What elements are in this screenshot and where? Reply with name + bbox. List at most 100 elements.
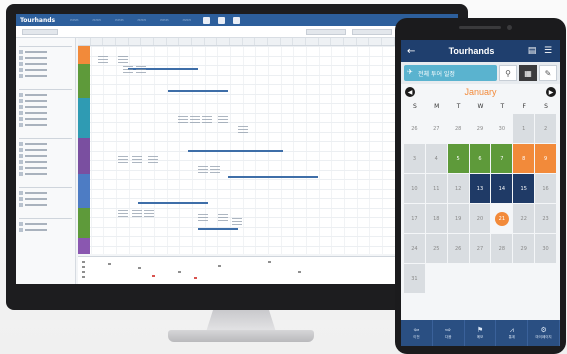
desktop-filter-option[interactable] bbox=[19, 190, 72, 195]
calendar-day[interactable]: 23 bbox=[535, 204, 557, 234]
calendar-day[interactable]: 27 bbox=[425, 114, 448, 144]
calendar-day[interactable]: 24 bbox=[404, 234, 426, 264]
desktop-schedule-bar[interactable] bbox=[168, 90, 228, 92]
desktop-booking-cell[interactable] bbox=[123, 66, 133, 74]
desktop-filter-option[interactable] bbox=[19, 196, 72, 201]
calendar-day[interactable]: 17 bbox=[404, 204, 426, 234]
desktop-booking-cell[interactable] bbox=[198, 166, 208, 174]
desktop-booking-cell[interactable] bbox=[132, 210, 142, 218]
calendar-day[interactable]: 10 bbox=[404, 174, 426, 204]
desktop-booking-cell[interactable] bbox=[202, 116, 212, 124]
calendar-day[interactable]: 26 bbox=[447, 234, 470, 264]
prev-month-icon[interactable]: ◀ bbox=[405, 87, 415, 97]
calendar-day[interactable]: 30 bbox=[535, 234, 557, 264]
calendar-day[interactable]: 13 bbox=[469, 174, 492, 204]
desktop-filter-select[interactable] bbox=[22, 28, 58, 35]
desktop-booking-cell[interactable] bbox=[136, 66, 146, 74]
desktop-booking-cell[interactable] bbox=[190, 116, 200, 124]
desktop-booking-cell[interactable] bbox=[144, 210, 154, 218]
desktop-booking-cell[interactable] bbox=[218, 116, 228, 124]
tab-gear[interactable]: ⚙ 마이페이지 bbox=[528, 320, 560, 346]
desktop-filter-option[interactable] bbox=[19, 221, 72, 226]
calendar-day[interactable]: 7 bbox=[491, 144, 514, 174]
desktop-filter-option[interactable] bbox=[19, 61, 72, 66]
desktop-booking-cell[interactable] bbox=[232, 218, 242, 226]
calendar-day[interactable]: 29 bbox=[469, 114, 492, 144]
desktop-booking-cell[interactable] bbox=[238, 126, 248, 134]
desktop-filter-option[interactable] bbox=[19, 153, 72, 158]
desktop-filter-option[interactable] bbox=[19, 202, 72, 207]
calendar-day[interactable]: 29 bbox=[513, 234, 536, 264]
calendar-day[interactable]: 4 bbox=[425, 144, 448, 174]
calendar-day[interactable]: 28 bbox=[491, 234, 514, 264]
calendar-day[interactable]: 26 bbox=[404, 114, 426, 144]
calendar-day[interactable]: 3 bbox=[404, 144, 426, 174]
calendar-day[interactable]: 28 bbox=[447, 114, 470, 144]
desktop-filter-option[interactable] bbox=[19, 141, 72, 146]
desktop-filter-option[interactable] bbox=[19, 171, 72, 176]
desktop-filter-option[interactable] bbox=[19, 159, 72, 164]
desktop-booking-cell[interactable] bbox=[118, 156, 128, 164]
desktop-filter-option[interactable] bbox=[19, 122, 72, 127]
calendar-day[interactable]: 19 bbox=[447, 204, 470, 234]
desktop-filter-option[interactable] bbox=[19, 98, 72, 103]
calendar-day[interactable]: 6 bbox=[469, 144, 492, 174]
desktop-filter-option[interactable] bbox=[19, 116, 72, 121]
desktop-booking-cell[interactable] bbox=[198, 214, 208, 222]
tab-arrow-left[interactable]: ⇦ 이전 bbox=[401, 320, 433, 346]
calendar-day[interactable]: 5 bbox=[447, 144, 470, 174]
calendar-day[interactable]: 30 bbox=[491, 114, 514, 144]
desktop-menu-item[interactable]: ▭▭▭ bbox=[156, 17, 173, 23]
desktop-booking-cell[interactable] bbox=[218, 214, 228, 222]
desktop-schedule-bar[interactable] bbox=[198, 228, 238, 230]
tab-chart[interactable]: ⩘ 통계 bbox=[496, 320, 529, 346]
desktop-filter-option[interactable] bbox=[19, 55, 72, 60]
tour-filter-select[interactable]: ✈ 전체 투어 일정 bbox=[404, 65, 497, 81]
tab-flag[interactable]: ⚑ 메모 bbox=[465, 320, 497, 346]
calendar-day[interactable]: 20 bbox=[469, 204, 492, 234]
calendar-day[interactable]: 2 bbox=[535, 114, 557, 144]
desktop-filter-option[interactable] bbox=[19, 227, 72, 232]
calendar-day[interactable]: 22 bbox=[513, 204, 536, 234]
desktop-filter-option[interactable] bbox=[19, 92, 72, 97]
calendar-day[interactable]: 14 bbox=[491, 174, 514, 204]
desktop-schedule-bar[interactable] bbox=[188, 150, 283, 152]
desktop-schedule-bar[interactable] bbox=[138, 202, 208, 204]
desktop-booking-cell[interactable] bbox=[118, 210, 128, 218]
desktop-filter-option[interactable] bbox=[19, 147, 72, 152]
calendar-icon[interactable] bbox=[203, 16, 211, 24]
desktop-booking-cell[interactable] bbox=[98, 56, 108, 64]
desktop-booking-cell[interactable] bbox=[118, 56, 128, 64]
calendar-day[interactable]: 18 bbox=[425, 204, 448, 234]
calendar-day[interactable]: 8 bbox=[513, 144, 536, 174]
desktop-booking-cell[interactable] bbox=[178, 116, 188, 124]
hamburger-menu-icon[interactable]: ☰ bbox=[542, 45, 554, 57]
calendar-view-icon[interactable]: ▦ bbox=[519, 65, 537, 81]
next-month-icon[interactable]: ▶ bbox=[546, 87, 556, 97]
desktop-date-from-input[interactable] bbox=[306, 28, 346, 35]
print-icon[interactable] bbox=[233, 16, 241, 24]
desktop-filter-option[interactable] bbox=[19, 110, 72, 115]
calendar-day[interactable]: 1 bbox=[513, 114, 536, 144]
calendar-day[interactable]: 9 bbox=[535, 144, 557, 174]
desktop-booking-cell[interactable] bbox=[210, 166, 220, 174]
desktop-filter-option[interactable] bbox=[19, 49, 72, 54]
desktop-date-to-input[interactable] bbox=[352, 28, 392, 35]
desktop-menu-item[interactable]: ▭▭▭ bbox=[179, 17, 196, 23]
back-arrow-icon[interactable]: ← bbox=[407, 46, 421, 57]
calendar-day[interactable]: 16 bbox=[535, 174, 557, 204]
desktop-menu-item[interactable]: ▭▭▭ bbox=[111, 17, 128, 23]
calendar-day[interactable]: 27 bbox=[469, 234, 492, 264]
tab-arrow-right[interactable]: ⇨ 다음 bbox=[433, 320, 465, 346]
desktop-menu-item[interactable]: ▭▭▭ bbox=[134, 17, 151, 23]
calendar-day[interactable]: 25 bbox=[425, 234, 448, 264]
calendar-day[interactable]: 12 bbox=[447, 174, 470, 204]
desktop-schedule-bar[interactable] bbox=[228, 176, 318, 178]
share-icon[interactable] bbox=[218, 16, 226, 24]
list-view-icon[interactable]: ▤ bbox=[526, 45, 538, 57]
desktop-menu-item[interactable]: ▭▭▭ bbox=[89, 17, 106, 23]
calendar-day[interactable]: 11 bbox=[425, 174, 448, 204]
desktop-booking-cell[interactable] bbox=[148, 156, 158, 164]
calendar-day[interactable]: 31 bbox=[404, 264, 426, 294]
edit-pencil-icon[interactable]: ✎ bbox=[539, 65, 557, 81]
